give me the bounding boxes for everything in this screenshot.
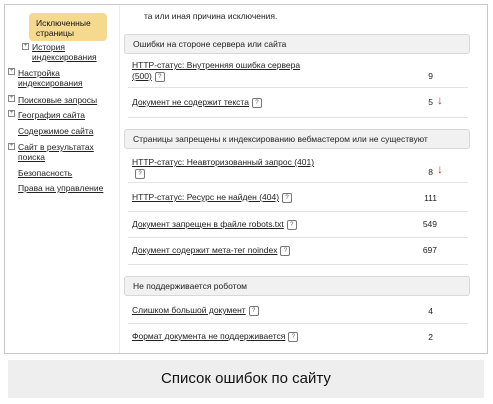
help-icon[interactable]: ? [135,168,145,179]
help-icon[interactable]: ? [282,192,293,203]
row-divider [128,323,468,324]
trend-down-icon: ↓ [437,93,443,107]
error-link-noindex[interactable]: Документ содержит мета-тег noindex? [132,245,291,256]
error-label: HTTP-статус: Ресурс не найден (404) [132,192,280,202]
error-count: 549 [422,219,437,229]
row-divider [128,211,468,212]
help-icon[interactable]: ? [154,71,165,82]
sidebar-item-site-content[interactable]: Содержимое сайта [18,126,93,136]
error-count: 8 [428,167,433,177]
row-divider [128,237,468,238]
sidebar-item-search-results[interactable]: Сайт в результатах поиска [18,142,108,162]
error-link-404[interactable]: HTTP-статус: Ресурс не найден (404)? [132,192,293,203]
section-header-forbidden: Страницы запрещены к индексированию вебм… [124,129,470,149]
error-count: 4 [428,306,433,316]
row-divider [128,182,468,183]
sidebar-item-excluded-pages[interactable]: Исключенные страницы [29,13,107,41]
error-label: Документ запрещен в файле robots.txt [132,219,284,229]
sidebar-item-access-rights[interactable]: Права на управление [18,183,103,193]
sidebar-item-search-queries[interactable]: Поисковые запросы [18,95,97,105]
help-icon[interactable]: ? [286,219,297,230]
row-divider [128,87,468,88]
section-header-server-errors: Ошибки на стороне сервера или сайта [124,34,470,54]
help-icon[interactable]: ? [288,331,299,342]
error-label: Формат документа не поддерживается [132,331,286,341]
expand-icon[interactable]: + [22,43,29,50]
trend-down-icon: ↓ [437,162,443,176]
error-count: 697 [422,245,437,255]
intro-text: та или иная причина исключения. [144,11,278,21]
error-label: Слишком большой документ [132,305,246,315]
sidebar-item-site-geography[interactable]: География сайта [18,110,85,120]
expand-icon[interactable]: + [8,143,15,150]
error-link-robots[interactable]: Документ запрещен в файле robots.txt? [132,219,297,230]
sidebar-item-indexing-settings[interactable]: Настройка индексирования [18,68,108,88]
expand-icon[interactable]: + [8,110,15,117]
section-title: Ошибки на стороне сервера или сайта [133,39,287,49]
error-count: 111 [424,193,437,203]
error-label: Документ содержит мета-тег noindex [132,245,278,255]
row-divider [128,264,468,265]
section-title: Страницы запрещены к индексированию вебм… [133,134,428,144]
help-icon[interactable]: ? [248,305,259,316]
sidebar-item-label: Исключенные страницы [36,18,91,38]
section-header-unsupported: Не поддерживается роботом [124,276,470,296]
caption: Список ошибок по сайту [161,370,331,387]
error-link-no-text[interactable]: Документ не содержит текста? [132,97,262,108]
error-link-too-large[interactable]: Слишком большой документ? [132,305,259,316]
error-link-format[interactable]: Формат документа не поддерживается? [132,331,299,342]
section-title: Не поддерживается роботом [133,281,248,291]
help-icon[interactable]: ? [251,97,262,108]
error-label: HTTP-статус: Неавторизованный запрос (40… [132,157,315,167]
error-link-500[interactable]: HTTP-статус: Внутренняя ошибка сервера (… [132,60,322,82]
help-icon[interactable]: ? [280,245,291,256]
sidebar-item-security[interactable]: Безопасность [18,168,72,178]
app-frame: Исключенные страницы + История индексиро… [4,4,488,354]
error-count: 2 [428,332,433,342]
error-label: Документ не содержит текста [132,97,249,107]
expand-icon[interactable]: + [8,68,15,75]
expand-icon[interactable]: + [8,95,15,102]
error-count: 9 [428,71,433,81]
error-count: 5 [428,97,433,107]
sidebar-item-indexing-history[interactable]: История индексирования [32,42,112,62]
sidebar-divider [119,5,120,353]
caption-box: Список ошибок по сайту [8,360,484,398]
error-link-401[interactable]: HTTP-статус: Неавторизованный запрос (40… [132,157,322,179]
row-divider [128,117,468,118]
